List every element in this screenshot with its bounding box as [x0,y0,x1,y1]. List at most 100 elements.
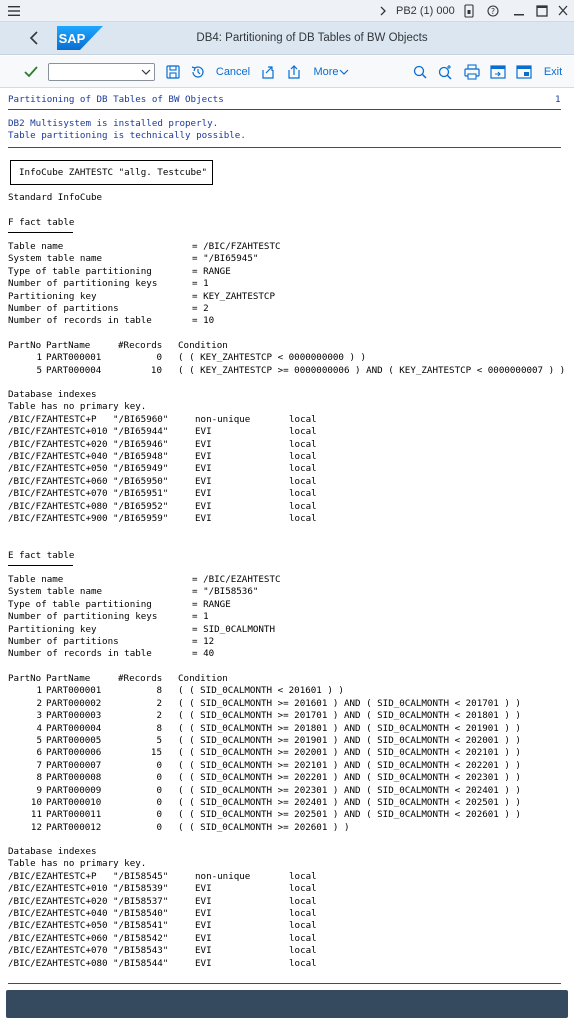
partition-records: 8 [156,722,162,734]
page-number: 1 [555,94,561,105]
index-type: EVI [195,463,212,475]
partition-condition: ( ( SID_0CALMONTH >= 202201 ) AND ( SID_… [178,772,521,784]
report-heading: Partitioning of DB Tables of BW Objects [8,94,224,105]
partition-number: 1 [36,685,42,697]
index-type: EVI [195,426,212,438]
partition-name: PART000006 [46,747,102,759]
index-name: /BIC/FZAHTESTC+040 [8,451,108,462]
underline [8,232,73,233]
partition-number: 1 [36,352,42,364]
partition-name: PART000005 [46,735,102,746]
partition-number: 9 [36,784,42,796]
save-icon[interactable] [163,62,183,82]
partition-records: 15 [150,747,162,759]
partition-name: PART000012 [46,821,102,833]
property-value: = KEY_ZAHTESTCP [192,290,275,302]
index-system-name: "/BI65946" [113,438,169,450]
property-label: Number of partitions [8,303,119,314]
print-icon[interactable] [462,62,482,82]
underline [8,565,73,566]
more-chevron-icon[interactable] [337,64,351,80]
index-name: /BIC/EZAHTESTC+080 [8,957,108,969]
divider [8,983,561,984]
close-icon[interactable] [556,2,570,20]
index-type: EVI [195,883,212,895]
partition-condition: ( ( SID_0CALMONTH >= 202001 ) AND ( SID_… [178,747,521,759]
index-type: EVI [195,438,212,450]
partition-records: 10 [150,364,162,376]
property-label: Partitioning key [8,290,97,302]
system-bar: PB2 (1) 000 ? [0,0,574,22]
index-scope: local [289,488,317,500]
partition-records: 2 [156,710,162,722]
index-scope: local [289,413,317,425]
property-value: = RANGE [192,265,231,277]
svg-text:?: ? [491,7,495,16]
minimize-icon[interactable] [512,2,526,20]
partition-name: PART000007 [46,759,102,771]
command-field[interactable] [48,63,155,81]
cancel-button[interactable]: Cancel [213,61,253,83]
property-value: = SID_0CALMONTH [192,623,275,635]
info-line-multisystem: DB2 Multisystem is installed properly. [8,118,219,129]
column-header: PartNo [8,673,42,684]
index-scope: local [289,475,317,487]
property-value: = 10 [192,315,215,327]
index-scope: local [289,920,317,932]
property-label: Table name [8,241,64,252]
partition-name: PART000001 [46,685,102,697]
export-icon[interactable] [258,62,278,82]
index-system-name: "/BI65944" [113,426,169,438]
find-next-icon[interactable] [435,62,455,82]
enter-checkmark-icon[interactable] [21,62,41,82]
customize-icon[interactable] [462,2,476,20]
index-name: /BIC/FZAHTESTC+060 [8,475,108,487]
maximize-icon[interactable] [535,2,549,20]
history-icon[interactable] [188,62,208,82]
index-type: EVI [195,488,212,500]
partition-records: 0 [156,784,162,796]
chevron-down-icon[interactable] [140,65,152,79]
index-scope: local [289,908,317,919]
back-icon[interactable] [24,28,44,48]
primary-key-note: Table has no primary key. [8,858,147,870]
upload-icon[interactable] [284,62,304,82]
partition-condition: ( ( KEY_ZAHTESTCP < 0000000000 ) ) [178,352,367,364]
column-header: PartName [46,340,91,351]
menu-icon[interactable] [6,3,22,19]
toolbar: Cancel More Exit [0,56,574,88]
index-type: EVI [195,500,212,512]
property-value: = 12 [192,636,215,647]
index-system-name: "/BI58541" [113,920,169,932]
layout-icon[interactable] [514,62,534,82]
chevron-right-icon[interactable] [376,2,390,20]
partition-condition: ( ( SID_0CALMONTH >= 202401 ) AND ( SID_… [178,797,521,808]
property-label: Type of table partitioning [8,265,152,277]
index-type: EVI [195,451,212,462]
index-name: /BIC/FZAHTESTC+070 [8,488,108,500]
exit-button[interactable]: Exit [539,61,567,83]
help-icon[interactable]: ? [486,2,500,20]
index-type: EVI [195,513,212,524]
index-scope: local [289,883,317,895]
more-button[interactable]: More [312,61,340,83]
column-header: #Records [118,673,163,684]
e-fact-table-title: E fact table [8,550,75,561]
new-window-icon[interactable] [488,62,508,82]
property-value: = 1 [192,278,209,290]
find-icon[interactable] [410,62,430,82]
partition-name: PART000003 [46,710,102,722]
partition-name: PART000010 [46,797,102,808]
index-system-name: "/BI65948" [113,451,169,462]
column-header: PartNo [8,340,42,351]
sap-logo: SAP [57,26,103,50]
partition-condition: ( ( SID_0CALMONTH >= 202301 ) AND ( SID_… [178,784,521,796]
partition-name: PART000001 [46,352,102,364]
partition-condition: ( ( SID_0CALMONTH >= 201801 ) AND ( SID_… [178,722,521,734]
index-type: EVI [195,475,212,487]
index-name: /BIC/FZAHTESTC+080 [8,500,108,512]
indexes-title: Database indexes [8,846,97,857]
index-system-name: "/BI58545" [113,870,169,882]
f-fact-table-title: F fact table [8,217,75,228]
partition-number: 4 [36,722,42,734]
